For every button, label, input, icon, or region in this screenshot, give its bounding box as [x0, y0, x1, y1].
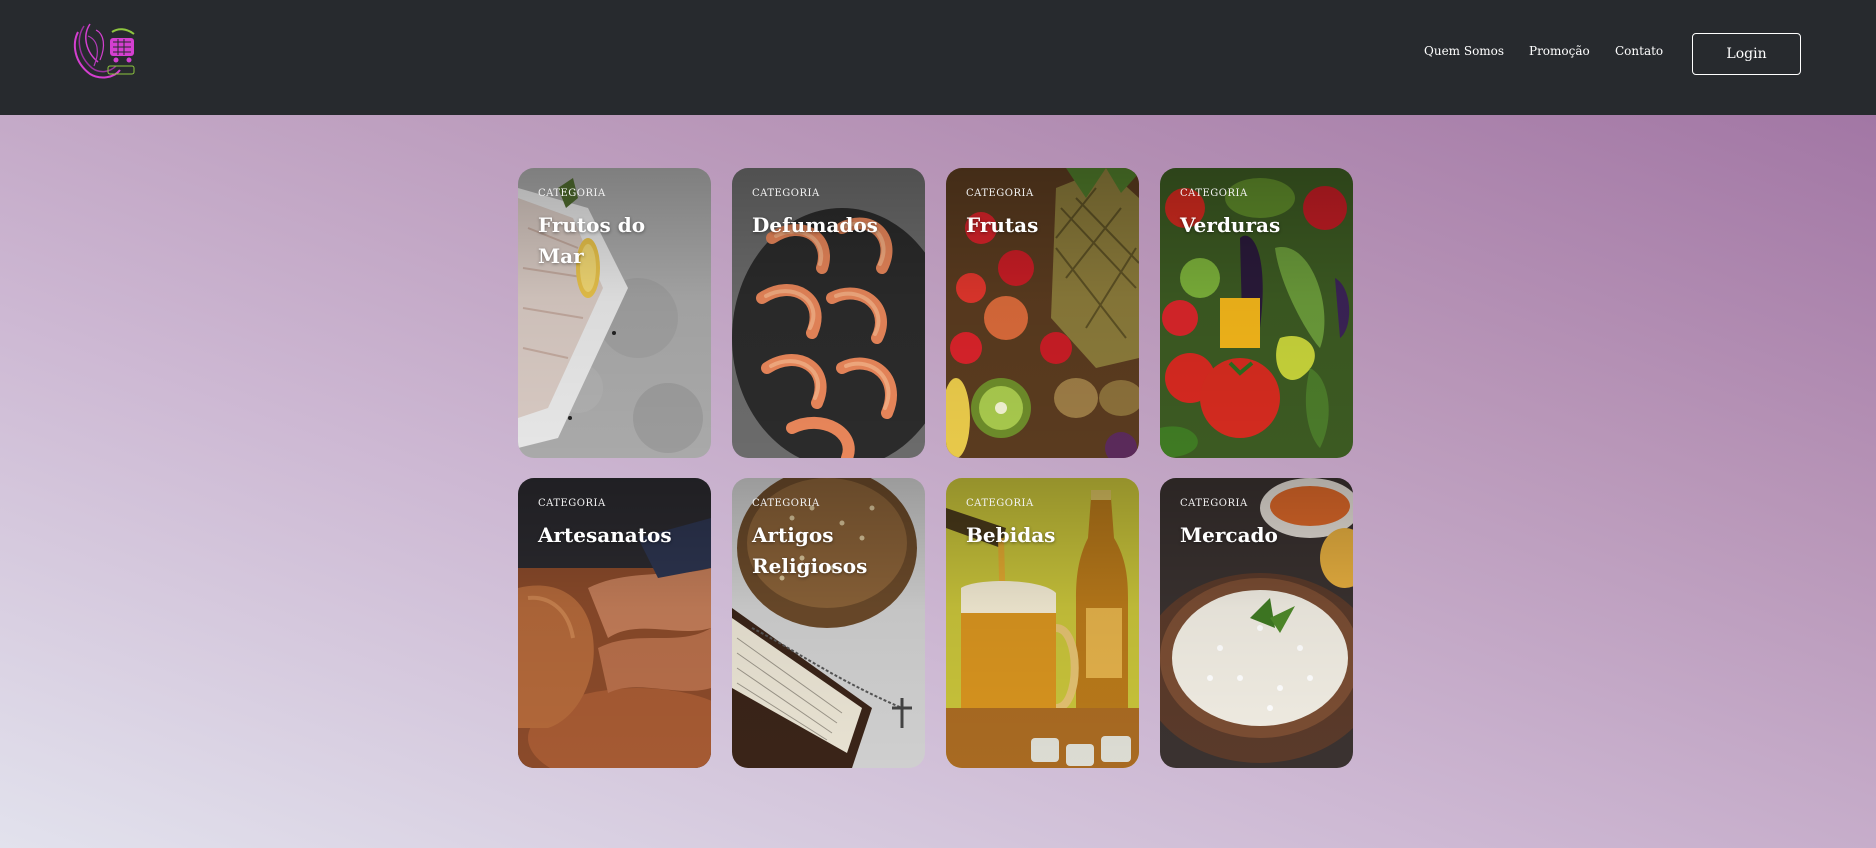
card-title: Frutas [966, 213, 1039, 237]
navbar: Quem Somos Promoção Contato Login [0, 0, 1876, 115]
nav-link-contato[interactable]: Contato [1615, 44, 1663, 58]
category-grid: CATEGORIA Frutos do Mar CATEGORIA Defuma… [518, 168, 1353, 768]
category-card-artigos-religiosos[interactable]: CATEGORIA Artigos Religiosos [732, 478, 925, 768]
card-eyebrow: CATEGORIA [1180, 498, 1248, 509]
category-card-artesanatos[interactable]: CATEGORIA Artesanatos [518, 478, 711, 768]
category-card-bebidas[interactable]: CATEGORIA Bebidas [946, 478, 1139, 768]
central-flores-logo[interactable] [70, 22, 142, 82]
card-title: Verduras [1180, 213, 1281, 237]
category-card-defumados[interactable]: CATEGORIA Defumados [732, 168, 925, 458]
category-card-mercado[interactable]: CATEGORIA Mercado [1160, 478, 1353, 768]
card-title: Defumados [752, 213, 878, 237]
card-title: Mercado [1180, 523, 1278, 547]
category-card-frutas[interactable]: CATEGORIA Frutas [946, 168, 1139, 458]
card-eyebrow: CATEGORIA [966, 188, 1034, 199]
card-title: Frutos do Mar [538, 213, 646, 268]
card-eyebrow: CATEGORIA [1180, 188, 1248, 199]
nav-link-promocao[interactable]: Promoção [1529, 44, 1590, 58]
card-eyebrow: CATEGORIA [538, 498, 606, 509]
category-card-verduras[interactable]: CATEGORIA Verduras [1160, 168, 1353, 458]
category-card-frutos-do-mar[interactable]: CATEGORIA Frutos do Mar [518, 168, 711, 458]
card-eyebrow: CATEGORIA [538, 188, 606, 199]
card-eyebrow: CATEGORIA [752, 188, 820, 199]
card-eyebrow: CATEGORIA [966, 498, 1034, 509]
nav-link-quem-somos[interactable]: Quem Somos [1424, 44, 1504, 58]
card-title: Bebidas [966, 523, 1056, 547]
login-button[interactable]: Login [1692, 33, 1801, 75]
card-title: Artigos Religiosos [752, 523, 868, 578]
card-eyebrow: CATEGORIA [752, 498, 820, 509]
card-title: Artesanatos [538, 523, 672, 547]
